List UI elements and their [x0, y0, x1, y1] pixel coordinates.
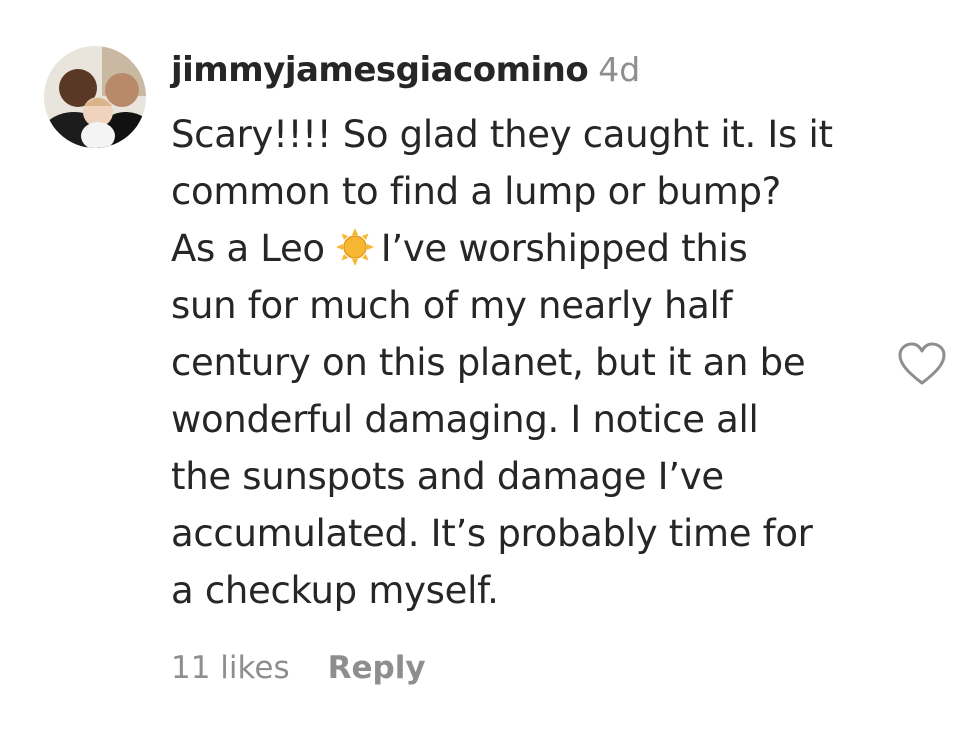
comment-text-line: Scary!!!! So glad they caught it. Is it — [171, 113, 833, 156]
username-link[interactable]: jimmyjamesgiacomino — [171, 50, 589, 90]
comment-text-line: accumulated. It’s probably time for — [171, 512, 813, 555]
sun-emoji-icon — [335, 226, 375, 266]
comment-text-line: a checkup myself. — [171, 569, 499, 612]
comment-footer: 11 likes Reply — [171, 650, 426, 686]
comment-text-line: sun for much of my nearly half — [171, 284, 733, 327]
comment-header: jimmyjamesgiacomino 4d — [171, 50, 871, 106]
comment-text-fragment: I’ve worshipped this — [380, 227, 748, 270]
avatar[interactable] — [44, 46, 146, 148]
comment-text-line: wonderful damaging. I notice all — [171, 398, 759, 441]
heart-icon[interactable] — [898, 342, 946, 386]
comment-text-line: common to find a lump or bump? — [171, 170, 781, 213]
likes-count[interactable]: 11 likes — [171, 650, 290, 686]
reply-button[interactable]: Reply — [328, 650, 426, 686]
comment-body: jimmyjamesgiacomino 4d Scary!!!! So glad … — [171, 50, 871, 619]
comment-text-fragment: As a Leo — [171, 227, 325, 270]
comment-text-line: As a Leo I’ve worshipped this — [171, 220, 871, 277]
comment-text-line: the sunspots and damage I’ve — [171, 455, 724, 498]
comment-text-line: century on this planet, but it an be — [171, 341, 806, 384]
comment: jimmyjamesgiacomino 4d Scary!!!! So glad … — [0, 0, 980, 742]
avatar-photo-icon — [44, 46, 146, 148]
timestamp[interactable]: 4d — [598, 50, 640, 89]
